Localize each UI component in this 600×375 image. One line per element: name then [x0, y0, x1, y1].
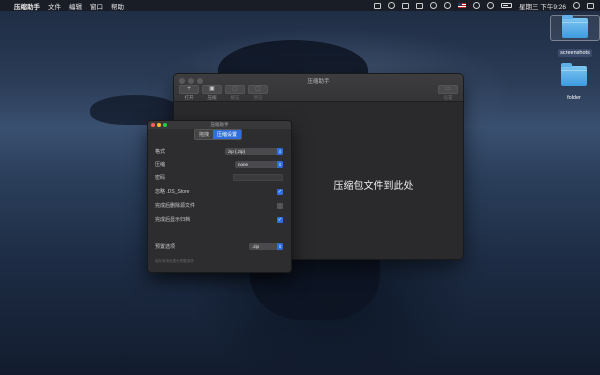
- status-area: 星期三 下午9:26: [374, 1, 594, 11]
- compression-select[interactable]: none ⇕: [235, 161, 283, 168]
- delete-after-row: 完成后删除源文件: [155, 201, 283, 210]
- delete-after-label: 完成后删除源文件: [155, 203, 196, 209]
- preview-button[interactable]: ▢ 预览: [248, 85, 268, 101]
- battery-icon[interactable]: [501, 3, 513, 8]
- compress-button[interactable]: ▣ 压缩: [202, 85, 222, 101]
- preset-row: 预置选项 .zip ⇕: [155, 242, 283, 251]
- preset-value: .zip: [252, 244, 260, 249]
- compress-icon: ▣: [202, 85, 222, 94]
- format-select[interactable]: zip (.zip) ⇕: [225, 148, 283, 155]
- show-after-row: 完成后显示归档 ✓: [155, 215, 283, 224]
- menu-window[interactable]: 窗口: [90, 1, 103, 11]
- settings-button[interactable]: ▭ 设置: [438, 85, 458, 101]
- format-label: 格式: [155, 149, 166, 155]
- compress-label: 压缩: [207, 95, 217, 100]
- folder-icon: [561, 63, 587, 86]
- ignore-ds-store-checkbox[interactable]: ✓: [277, 188, 283, 195]
- volume-icon[interactable]: [487, 2, 495, 9]
- wifi-icon[interactable]: [430, 2, 438, 9]
- preset-label: 预置选项: [155, 244, 176, 250]
- open-label: 打开: [184, 95, 194, 100]
- ignore-ds-store-row: 忽略 .DS_Store ✓: [155, 187, 283, 196]
- selection-frame: [550, 15, 600, 41]
- extract-label: 解压: [230, 95, 240, 100]
- menu-file[interactable]: 文件: [48, 1, 61, 11]
- tab-drag[interactable]: 拖拽: [195, 130, 214, 139]
- menu-bar: 压缩助手 文件 编辑 窗口 帮助 星期三 下午9:26: [0, 0, 600, 11]
- menu-edit[interactable]: 编辑: [69, 1, 82, 11]
- bluetooth-icon[interactable]: [473, 2, 481, 9]
- settings-icon: ▭: [438, 85, 458, 94]
- panel-tabs: 拖拽 压缩设置: [194, 129, 243, 140]
- ignore-ds-store-label: 忽略 .DS_Store: [155, 189, 190, 195]
- preview-label: 预览: [253, 95, 263, 100]
- main-titlebar[interactable]: 压缩助手 + 打开 ▣ 压缩 ▢ 解压 ▢ 预览 ▭ 设置: [174, 74, 463, 102]
- desktop-icon-folder[interactable]: folder: [549, 63, 599, 104]
- show-after-label: 完成后显示归档: [155, 217, 191, 223]
- compression-value: none: [238, 162, 249, 167]
- tab-compression-settings[interactable]: 压缩设置: [213, 130, 242, 139]
- open-button[interactable]: + 打开: [179, 85, 199, 101]
- preset-select[interactable]: .zip ⇕: [249, 243, 283, 250]
- chevron-updown-icon: ⇕: [277, 243, 283, 250]
- time-machine-icon[interactable]: [444, 2, 452, 9]
- cloud-status-icon[interactable]: [416, 2, 424, 9]
- folder-icon: [562, 15, 588, 38]
- settings-label: 设置: [443, 95, 453, 100]
- spotlight-icon[interactable]: [573, 2, 580, 9]
- show-after-checkbox[interactable]: ✓: [277, 216, 283, 223]
- settings-panel: 压缩助手 拖拽 压缩设置 格式 zip (.zip) ⇕ 压缩 none ⇕ 密…: [147, 120, 292, 273]
- password-row: 密码: [155, 173, 283, 182]
- preset-hint: 保存常用设置为预置选项: [155, 259, 194, 263]
- sync-status-icon[interactable]: [388, 2, 396, 9]
- chevron-updown-icon: ⇕: [277, 148, 283, 155]
- compression-row: 压缩 none ⇕: [155, 160, 283, 169]
- desktop-icon-label: folder: [567, 95, 581, 101]
- desktop-icon-label: screenshots: [558, 49, 592, 57]
- menu-app-name[interactable]: 压缩助手: [14, 1, 40, 11]
- main-toolbar: + 打开 ▣ 压缩 ▢ 解压 ▢ 预览 ▭ 设置: [179, 85, 458, 101]
- password-label: 密码: [155, 175, 166, 181]
- compression-label: 压缩: [155, 162, 166, 168]
- display-status-icon[interactable]: [402, 2, 410, 9]
- panel-title: 压缩助手: [210, 122, 229, 127]
- format-row: 格式 zip (.zip) ⇕: [155, 147, 283, 156]
- preview-icon: ▢: [248, 85, 268, 94]
- control-center-icon[interactable]: [587, 2, 594, 9]
- format-value: zip (.zip): [228, 149, 246, 154]
- archive-status-icon[interactable]: [374, 2, 382, 9]
- window-title: 压缩助手: [307, 79, 330, 85]
- menu-clock[interactable]: 星期三 下午9:26: [519, 1, 566, 11]
- menu-help[interactable]: 帮助: [111, 1, 124, 11]
- delete-after-checkbox[interactable]: [277, 202, 283, 209]
- password-field[interactable]: [233, 174, 283, 181]
- input-source-flag-icon[interactable]: [458, 3, 467, 8]
- chevron-updown-icon: ⇕: [277, 161, 283, 168]
- panel-titlebar[interactable]: 压缩助手: [148, 121, 291, 129]
- extract-icon: ▢: [225, 85, 245, 94]
- desktop-icon-screenshots[interactable]: screenshots: [550, 15, 600, 59]
- plus-icon: +: [179, 85, 199, 94]
- extract-button[interactable]: ▢ 解压: [225, 85, 245, 101]
